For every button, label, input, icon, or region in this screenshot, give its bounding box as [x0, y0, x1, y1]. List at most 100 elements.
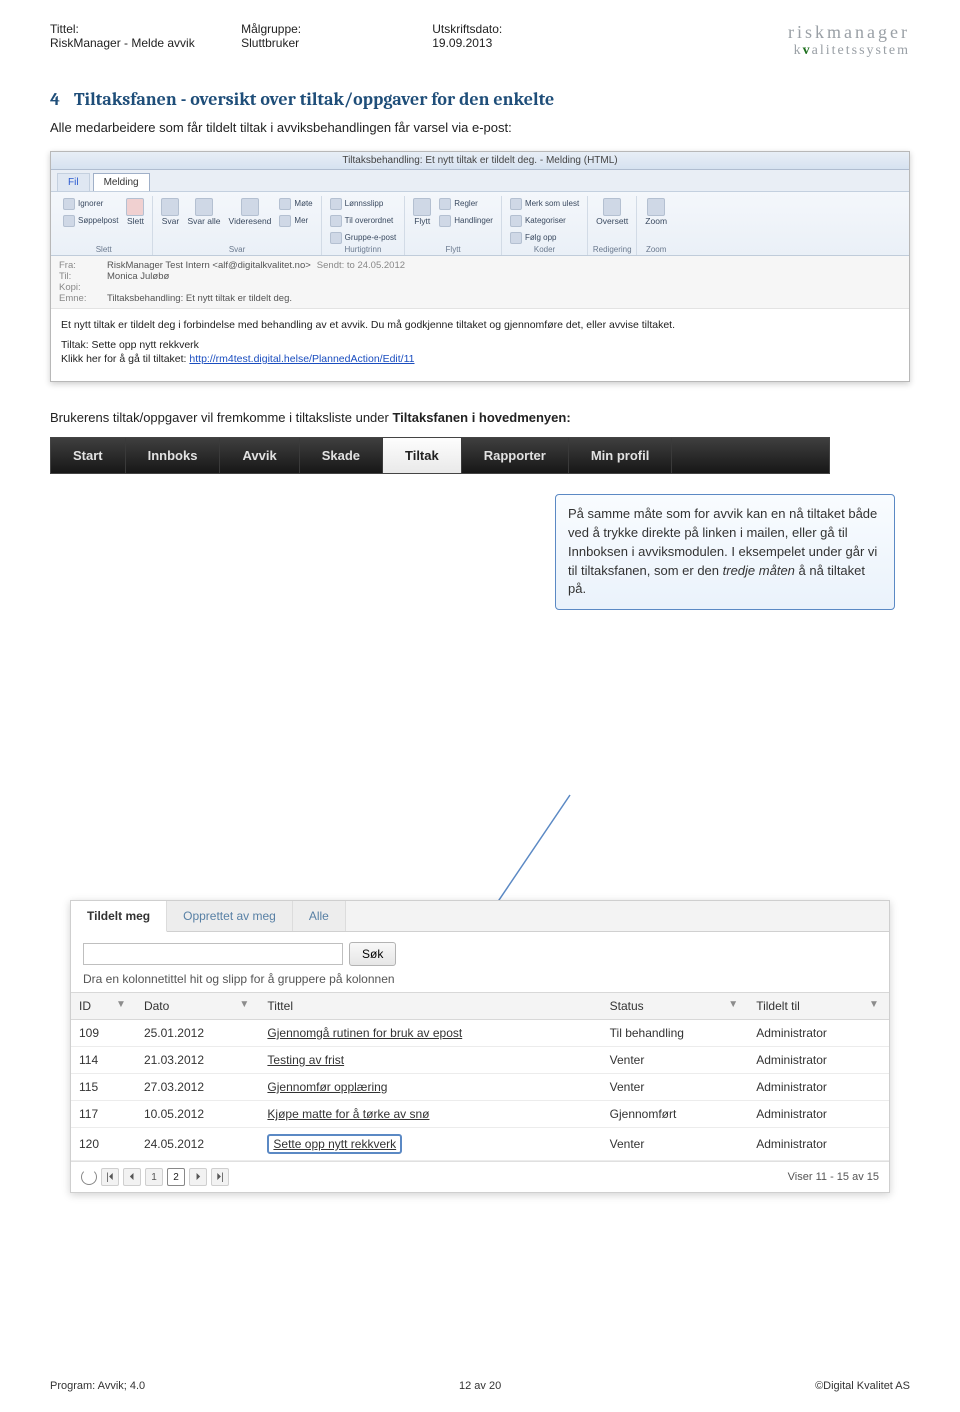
outlook-titlebar: Tiltaksbehandling: Et nytt tiltak er til… — [51, 152, 909, 170]
col-date[interactable]: Dato▼ — [136, 993, 259, 1020]
cell-status: Til behandling — [602, 1020, 749, 1047]
forward-icon — [241, 198, 259, 216]
paragraph-2-bold: Tiltaksfanen i hovedmenyen: — [392, 410, 570, 425]
cell-id: 109 — [71, 1020, 136, 1047]
filter-icon[interactable]: ▼ — [116, 999, 128, 1011]
app-tab-all[interactable]: Alle — [293, 901, 346, 931]
outlook-tab-file[interactable]: Fil — [57, 173, 90, 191]
table-row[interactable]: 10925.01.2012Gjennomgå rutinen for bruk … — [71, 1020, 889, 1047]
table-row[interactable]: 11710.05.2012Kjøpe matte for å tørke av … — [71, 1101, 889, 1128]
search-input[interactable] — [83, 943, 343, 965]
app-tab-assigned[interactable]: Tildelt meg — [71, 901, 167, 932]
cell-assigned: Administrator — [748, 1128, 889, 1161]
app-footer: |⏴ ⏴ 1 2 ⏵ ⏵| Viser 11 - 15 av 15 — [71, 1161, 889, 1192]
meeting-button[interactable]: Møte — [277, 196, 314, 212]
mainmenu-item-avvik[interactable]: Avvik — [220, 438, 299, 473]
cell-date: 24.05.2012 — [136, 1128, 259, 1161]
move-icon — [413, 198, 431, 216]
pager-page-2[interactable]: 2 — [167, 1168, 185, 1186]
cell-assigned: Administrator — [748, 1074, 889, 1101]
payslip-button[interactable]: Lønnsslipp — [328, 196, 399, 212]
col-id[interactable]: ID▼ — [71, 993, 136, 1020]
search-button[interactable]: Søk — [349, 942, 396, 966]
col-assigned[interactable]: Tildelt til▼ — [748, 993, 889, 1020]
ribbon-group-quick: Hurtigtrinn — [322, 245, 405, 254]
group-mail-icon — [330, 232, 342, 244]
cell-title[interactable]: Sette opp nytt rekkverk — [259, 1128, 601, 1161]
cell-title[interactable]: Testing av frist — [259, 1047, 601, 1074]
filter-icon[interactable]: ▼ — [869, 999, 881, 1011]
filter-icon[interactable]: ▼ — [728, 999, 740, 1011]
cell-title[interactable]: Kjøpe matte for å tørke av snø — [259, 1101, 601, 1128]
forward-button[interactable]: Videresend — [227, 196, 274, 228]
group-hint: Dra en kolonnetittel hit og slipp for å … — [71, 972, 889, 992]
check-icon: v — [803, 43, 812, 58]
header-audience-col: Målgruppe: Sluttbruker — [241, 22, 432, 59]
mainmenu-item-rapporter[interactable]: Rapporter — [462, 438, 569, 473]
callout-wrap: På samme måte som for avvik kan en nå ti… — [50, 484, 910, 684]
ribbon-group-edit: Redigering — [588, 245, 636, 254]
pager-page-1[interactable]: 1 — [145, 1168, 163, 1186]
zoom-button[interactable]: Zoom — [643, 196, 669, 228]
mail-link[interactable]: http://rm4test.digital.helse/PlannedActi… — [189, 353, 414, 365]
table-row[interactable]: 11527.03.2012Gjennomfør opplæringVenterA… — [71, 1074, 889, 1101]
mark-unread-icon — [510, 198, 522, 210]
pager-next[interactable]: ⏵ — [189, 1168, 207, 1186]
move-button[interactable]: Flytt — [411, 196, 433, 228]
cell-id: 117 — [71, 1101, 136, 1128]
filter-icon[interactable]: ▼ — [239, 999, 251, 1011]
mainmenu-item-start[interactable]: Start — [51, 438, 126, 473]
cell-title[interactable]: Gjennomfør opplæring — [259, 1074, 601, 1101]
header-title-label: Tittel: — [50, 22, 241, 36]
table-row[interactable]: 11421.03.2012Testing av fristVenterAdmin… — [71, 1047, 889, 1074]
ignore-button[interactable]: Ignorer — [61, 196, 120, 212]
cell-title[interactable]: Gjennomgå rutinen for bruk av epost — [259, 1020, 601, 1047]
col-title[interactable]: Tittel — [259, 993, 601, 1020]
reply-button[interactable]: Svar — [159, 196, 181, 228]
cell-id: 120 — [71, 1128, 136, 1161]
footer-left: Program: Avvik; 4.0 — [50, 1380, 145, 1392]
rules-button[interactable]: Regler — [437, 196, 495, 212]
junk-button[interactable]: Søppelpost — [61, 213, 120, 229]
outlook-tab-message[interactable]: Melding — [93, 173, 150, 191]
followup-button[interactable]: Følg opp — [508, 230, 581, 246]
refresh-icon[interactable] — [81, 1169, 97, 1185]
col-status[interactable]: Status▼ — [602, 993, 749, 1020]
app-tab-created[interactable]: Opprettet av meg — [167, 901, 293, 931]
pager-last[interactable]: ⏵| — [211, 1168, 229, 1186]
replyall-button[interactable]: Svar alle — [185, 196, 222, 228]
delete-icon — [126, 198, 144, 216]
pager-prev[interactable]: ⏴ — [123, 1168, 141, 1186]
mark-unread-button[interactable]: Merk som ulest — [508, 196, 581, 212]
categorize-button[interactable]: Kategoriser — [508, 213, 581, 229]
cell-status: Venter — [602, 1047, 749, 1074]
junk-icon — [63, 215, 75, 227]
ribbon-group-reply: Svar — [153, 245, 320, 254]
logo-line2-post: alitetssystem — [812, 43, 910, 58]
meeting-icon — [279, 198, 291, 210]
footer-right: ©Digital Kvalitet AS — [815, 1380, 910, 1392]
cell-status: Venter — [602, 1074, 749, 1101]
delete-button[interactable]: Slett — [124, 196, 146, 228]
header-date-label: Utskriftsdato: — [432, 22, 623, 36]
more-button[interactable]: Mer — [277, 213, 314, 229]
mainmenu-item-skade[interactable]: Skade — [300, 438, 383, 473]
cell-status: Venter — [602, 1128, 749, 1161]
header-audience-label: Målgruppe: — [241, 22, 432, 36]
logo-line1: riskmanager — [623, 22, 910, 43]
mainmenu-item-tiltak[interactable]: Tiltak — [383, 438, 462, 473]
header-title-col: Tittel: RiskManager - Melde avvik — [50, 22, 241, 59]
mainmenu-item-min profil[interactable]: Min profil — [569, 438, 673, 473]
pager-first[interactable]: |⏴ — [101, 1168, 119, 1186]
mainmenu-item-innboks[interactable]: Innboks — [126, 438, 221, 473]
ribbon-group-delete: Slett — [55, 245, 152, 254]
group-mail-button[interactable]: Gruppe-e-post — [328, 230, 399, 246]
superv-button[interactable]: Til overordnet — [328, 213, 399, 229]
actions-button[interactable]: Handlinger — [437, 213, 495, 229]
table-row[interactable]: 12024.05.2012Sette opp nytt rekkverkVent… — [71, 1128, 889, 1161]
payslip-icon — [330, 198, 342, 210]
replyall-icon — [195, 198, 213, 216]
superv-icon — [330, 215, 342, 227]
mail-body-line3: Klikk her for å gå til tiltaket: http://… — [61, 353, 899, 365]
translate-button[interactable]: Oversett — [594, 196, 630, 228]
